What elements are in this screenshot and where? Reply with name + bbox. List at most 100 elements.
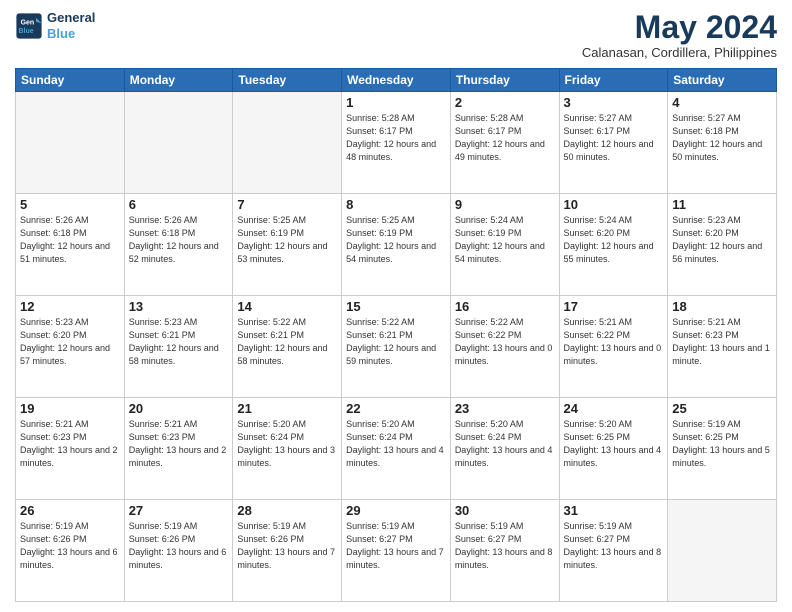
day-info: Sunrise: 5:19 AMSunset: 6:26 PMDaylight:…	[237, 520, 337, 572]
day-number: 15	[346, 299, 446, 314]
day-info: Sunrise: 5:24 AMSunset: 6:19 PMDaylight:…	[455, 214, 555, 266]
day-cell	[233, 92, 342, 194]
day-cell: 17 Sunrise: 5:21 AMSunset: 6:22 PMDayligh…	[559, 296, 668, 398]
day-info: Sunrise: 5:19 AMSunset: 6:27 PMDaylight:…	[346, 520, 446, 572]
day-info: Sunrise: 5:23 AMSunset: 6:20 PMDaylight:…	[672, 214, 772, 266]
day-number: 13	[129, 299, 229, 314]
day-cell: 2 Sunrise: 5:28 AMSunset: 6:17 PMDaylight…	[450, 92, 559, 194]
logo-text: General Blue	[47, 10, 95, 41]
col-header-tuesday: Tuesday	[233, 69, 342, 92]
day-cell	[16, 92, 125, 194]
day-info: Sunrise: 5:22 AMSunset: 6:22 PMDaylight:…	[455, 316, 555, 368]
day-number: 29	[346, 503, 446, 518]
day-number: 2	[455, 95, 555, 110]
day-info: Sunrise: 5:23 AMSunset: 6:20 PMDaylight:…	[20, 316, 120, 368]
logo: Gen Blue General Blue	[15, 10, 95, 41]
day-number: 24	[564, 401, 664, 416]
day-cell: 1 Sunrise: 5:28 AMSunset: 6:17 PMDaylight…	[342, 92, 451, 194]
day-number: 7	[237, 197, 337, 212]
day-cell: 8Sunrise: 5:25 AMSunset: 6:19 PMDaylight…	[342, 194, 451, 296]
month-title: May 2024	[582, 10, 777, 45]
week-row-4: 19Sunrise: 5:21 AMSunset: 6:23 PMDayligh…	[16, 398, 777, 500]
day-number: 20	[129, 401, 229, 416]
day-cell: 6 Sunrise: 5:26 AMSunset: 6:18 PMDaylight…	[124, 194, 233, 296]
day-info: Sunrise: 5:28 AMSunset: 6:17 PMDaylight:…	[455, 112, 555, 164]
day-number: 10	[564, 197, 664, 212]
title-block: May 2024 Calanasan, Cordillera, Philippi…	[582, 10, 777, 60]
day-cell: 24 Sunrise: 5:20 AMSunset: 6:25 PMDayligh…	[559, 398, 668, 500]
calendar-header-row: SundayMondayTuesdayWednesdayThursdayFrid…	[16, 69, 777, 92]
week-row-2: 5Sunrise: 5:26 AMSunset: 6:18 PMDaylight…	[16, 194, 777, 296]
day-number: 25	[672, 401, 772, 416]
day-info: Sunrise: 5:20 AMSunset: 6:25 PMDaylight:…	[564, 418, 664, 470]
day-number: 16	[455, 299, 555, 314]
day-cell: 28 Sunrise: 5:19 AMSunset: 6:26 PMDayligh…	[233, 500, 342, 602]
day-info: Sunrise: 5:20 AMSunset: 6:24 PMDaylight:…	[455, 418, 555, 470]
day-cell: 14 Sunrise: 5:22 AMSunset: 6:21 PMDayligh…	[233, 296, 342, 398]
day-cell: 9 Sunrise: 5:24 AMSunset: 6:19 PMDaylight…	[450, 194, 559, 296]
day-info: Sunrise: 5:19 AMSunset: 6:27 PMDaylight:…	[564, 520, 664, 572]
logo-icon: Gen Blue	[15, 12, 43, 40]
svg-text:Gen: Gen	[21, 19, 35, 26]
day-cell: 18 Sunrise: 5:21 AMSunset: 6:23 PMDayligh…	[668, 296, 777, 398]
svg-text:Blue: Blue	[19, 28, 34, 35]
day-cell	[668, 500, 777, 602]
day-info: Sunrise: 5:21 AMSunset: 6:23 PMDaylight:…	[129, 418, 229, 470]
day-number: 22	[346, 401, 446, 416]
day-cell: 4Sunrise: 5:27 AMSunset: 6:18 PMDaylight…	[668, 92, 777, 194]
day-info: Sunrise: 5:20 AMSunset: 6:24 PMDaylight:…	[346, 418, 446, 470]
day-info: Sunrise: 5:22 AMSunset: 6:21 PMDaylight:…	[237, 316, 337, 368]
day-cell: 3 Sunrise: 5:27 AMSunset: 6:17 PMDaylight…	[559, 92, 668, 194]
day-info: Sunrise: 5:20 AMSunset: 6:24 PMDaylight:…	[237, 418, 337, 470]
day-cell: 11 Sunrise: 5:23 AMSunset: 6:20 PMDayligh…	[668, 194, 777, 296]
day-info: Sunrise: 5:21 AMSunset: 6:22 PMDaylight:…	[564, 316, 664, 368]
col-header-wednesday: Wednesday	[342, 69, 451, 92]
day-number: 14	[237, 299, 337, 314]
day-number: 17	[564, 299, 664, 314]
header: Gen Blue General Blue May 2024 Calanasan…	[15, 10, 777, 60]
day-cell: 30Sunrise: 5:19 AMSunset: 6:27 PMDayligh…	[450, 500, 559, 602]
day-number: 9	[455, 197, 555, 212]
week-row-5: 26 Sunrise: 5:19 AMSunset: 6:26 PMDayligh…	[16, 500, 777, 602]
day-cell: 15 Sunrise: 5:22 AMSunset: 6:21 PMDayligh…	[342, 296, 451, 398]
day-number: 6	[129, 197, 229, 212]
day-number: 30	[455, 503, 555, 518]
day-cell: 19Sunrise: 5:21 AMSunset: 6:23 PMDayligh…	[16, 398, 125, 500]
col-header-saturday: Saturday	[668, 69, 777, 92]
day-number: 26	[20, 503, 120, 518]
day-cell: 5Sunrise: 5:26 AMSunset: 6:18 PMDaylight…	[16, 194, 125, 296]
day-number: 27	[129, 503, 229, 518]
day-number: 18	[672, 299, 772, 314]
day-info: Sunrise: 5:27 AMSunset: 6:18 PMDaylight:…	[672, 112, 772, 164]
day-info: Sunrise: 5:25 AMSunset: 6:19 PMDaylight:…	[346, 214, 446, 266]
col-header-friday: Friday	[559, 69, 668, 92]
day-info: Sunrise: 5:19 AMSunset: 6:26 PMDaylight:…	[129, 520, 229, 572]
day-info: Sunrise: 5:21 AMSunset: 6:23 PMDaylight:…	[672, 316, 772, 368]
day-number: 21	[237, 401, 337, 416]
day-number: 11	[672, 197, 772, 212]
col-header-sunday: Sunday	[16, 69, 125, 92]
day-cell: 10 Sunrise: 5:24 AMSunset: 6:20 PMDayligh…	[559, 194, 668, 296]
day-number: 12	[20, 299, 120, 314]
day-info: Sunrise: 5:24 AMSunset: 6:20 PMDaylight:…	[564, 214, 664, 266]
day-info: Sunrise: 5:26 AMSunset: 6:18 PMDaylight:…	[20, 214, 120, 266]
day-number: 23	[455, 401, 555, 416]
day-cell	[124, 92, 233, 194]
day-cell: 31 Sunrise: 5:19 AMSunset: 6:27 PMDayligh…	[559, 500, 668, 602]
day-info: Sunrise: 5:19 AMSunset: 6:26 PMDaylight:…	[20, 520, 120, 572]
day-number: 31	[564, 503, 664, 518]
day-info: Sunrise: 5:19 AMSunset: 6:25 PMDaylight:…	[672, 418, 772, 470]
day-number: 28	[237, 503, 337, 518]
location-subtitle: Calanasan, Cordillera, Philippines	[582, 45, 777, 60]
day-number: 3	[564, 95, 664, 110]
day-cell: 20 Sunrise: 5:21 AMSunset: 6:23 PMDayligh…	[124, 398, 233, 500]
day-info: Sunrise: 5:22 AMSunset: 6:21 PMDaylight:…	[346, 316, 446, 368]
day-info: Sunrise: 5:26 AMSunset: 6:18 PMDaylight:…	[129, 214, 229, 266]
day-info: Sunrise: 5:21 AMSunset: 6:23 PMDaylight:…	[20, 418, 120, 470]
day-cell: 21 Sunrise: 5:20 AMSunset: 6:24 PMDayligh…	[233, 398, 342, 500]
calendar-table: SundayMondayTuesdayWednesdayThursdayFrid…	[15, 68, 777, 602]
day-number: 1	[346, 95, 446, 110]
day-info: Sunrise: 5:28 AMSunset: 6:17 PMDaylight:…	[346, 112, 446, 164]
day-cell: 13Sunrise: 5:23 AMSunset: 6:21 PMDayligh…	[124, 296, 233, 398]
day-info: Sunrise: 5:27 AMSunset: 6:17 PMDaylight:…	[564, 112, 664, 164]
